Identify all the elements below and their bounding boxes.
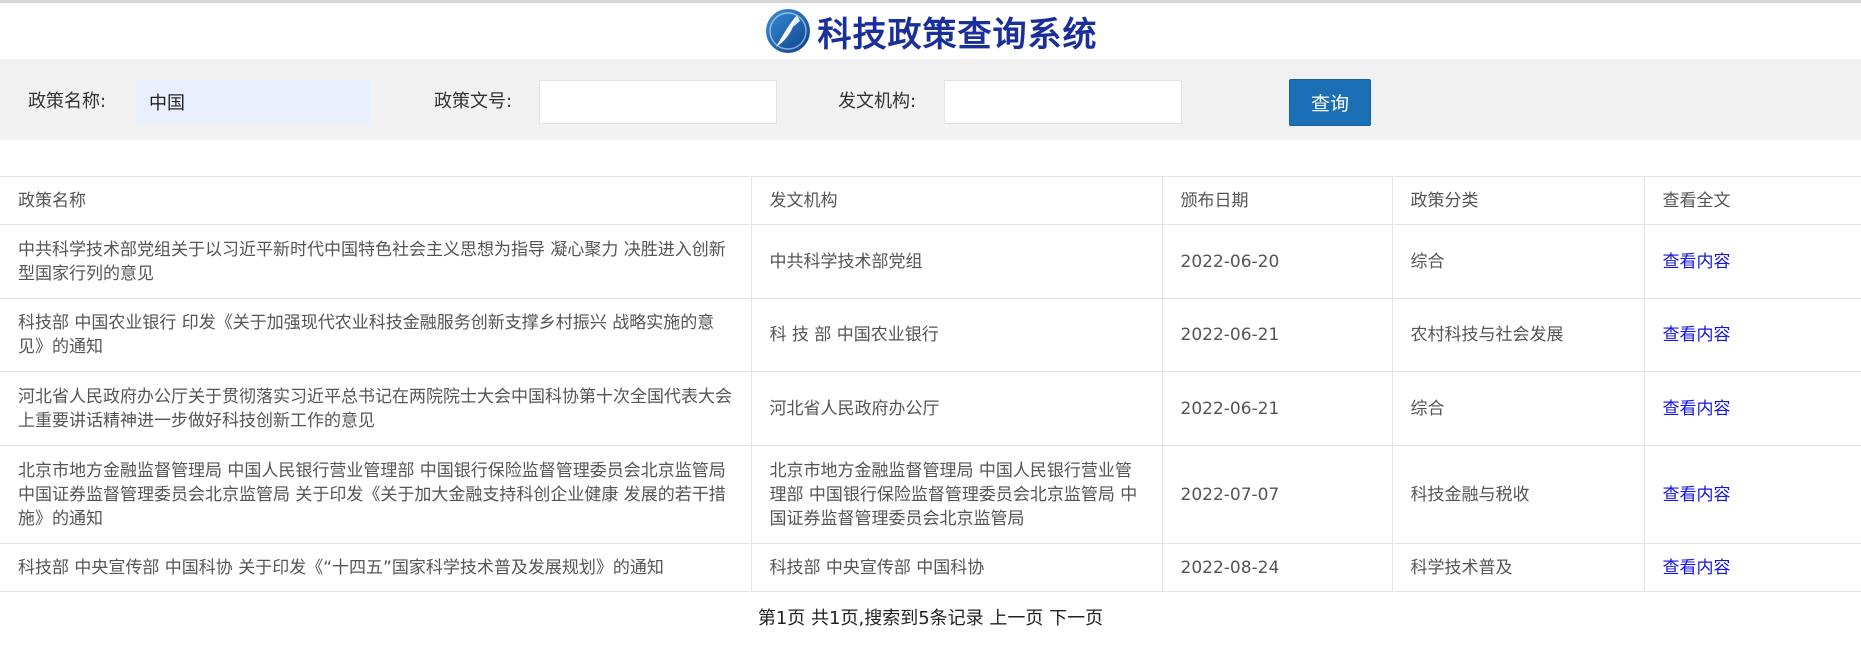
issuing-org-cell: 中共科学技术部党组 [750, 224, 1162, 299]
app-title: 科技政策查询系统 [817, 14, 1098, 55]
compass-logo-icon [765, 9, 810, 53]
table-row: 科技部 中国农业银行 印发《关于加强现代农业科技金融服务创新支撑乡村振兴 战略实… [0, 298, 1861, 372]
search-bar: 政策名称: 政策文号: 发文机构: 查询 [0, 59, 1861, 140]
view-content-link[interactable]: 查看内容 [1663, 399, 1731, 419]
issuing-org-label: 发文机构: [838, 91, 917, 112]
policy-name-cell: 科技部 中央宣传部 中国科协 关于印发《“十四五”国家科学技术普及发展规划》的通… [0, 543, 751, 592]
category-cell: 科技金融与税收 [1391, 445, 1644, 544]
view-cell: 查看内容 [1643, 371, 1861, 446]
results-table: 政策名称 发文机构 颁布日期 政策分类 查看全文 中共科学技术部党组关于以习近平… [0, 176, 1861, 592]
table-row: 科技部 中央宣传部 中国科协 关于印发《“十四五”国家科学技术普及发展规划》的通… [0, 543, 1861, 592]
column-header-policy-name: 政策名称 [0, 176, 751, 225]
page-header: 科技政策查询系统 [0, 3, 1861, 59]
category-cell: 综合 [1391, 224, 1644, 299]
table-header-row: 政策名称 发文机构 颁布日期 政策分类 查看全文 [0, 176, 1861, 225]
issuing-org-cell: 科 技 部 中国农业银行 [750, 298, 1162, 372]
policy-name-cell: 中共科学技术部党组关于以习近平新时代中国特色社会主义思想为指导 凝心聚力 决胜进… [0, 224, 751, 299]
column-header-issuing-org: 发文机构 [750, 176, 1162, 225]
policy-name-input[interactable] [136, 80, 370, 124]
issuing-org-cell: 北京市地方金融监督管理局 中国人民银行营业管理部 中国银行保险监督管理委员会北京… [750, 445, 1162, 544]
issuing-org-input[interactable] [944, 80, 1182, 124]
policy-name-cell: 科技部 中国农业银行 印发《关于加强现代农业科技金融服务创新支撑乡村振兴 战略实… [0, 298, 751, 372]
pagination: 第1页 共1页,搜索到5条记录 上一页 下一页 [0, 604, 1861, 630]
view-content-link[interactable]: 查看内容 [1663, 485, 1731, 505]
issue-date-cell: 2022-08-24 [1161, 543, 1392, 592]
view-cell: 查看内容 [1643, 224, 1861, 299]
issue-date-cell: 2022-07-07 [1161, 445, 1392, 544]
column-header-view-full-text: 查看全文 [1643, 176, 1861, 225]
column-header-category: 政策分类 [1391, 176, 1644, 225]
column-header-issue-date: 颁布日期 [1161, 176, 1392, 225]
policy-name-cell: 北京市地方金融监督管理局 中国人民银行营业管理部 中国银行保险监督管理委员会北京… [0, 445, 751, 544]
table-row: 河北省人民政府办公厅关于贯彻落实习近平总书记在两院院士大会中国科协第十次全国代表… [0, 371, 1861, 446]
category-cell: 科学技术普及 [1391, 543, 1644, 592]
prev-page-link[interactable]: 上一页 [989, 608, 1043, 629]
query-button[interactable]: 查询 [1289, 79, 1371, 126]
policy-doc-number-input[interactable] [539, 80, 777, 124]
policy-name-label: 政策名称: [28, 91, 107, 112]
view-content-link[interactable]: 查看内容 [1663, 325, 1731, 345]
view-cell: 查看内容 [1643, 543, 1861, 592]
issue-date-cell: 2022-06-20 [1161, 224, 1392, 299]
view-content-link[interactable]: 查看内容 [1663, 252, 1731, 272]
issuing-org-cell: 科技部 中央宣传部 中国科协 [750, 543, 1162, 592]
policy-doc-number-label: 政策文号: [434, 91, 513, 112]
issuing-org-cell: 河北省人民政府办公厅 [750, 371, 1162, 446]
view-cell: 查看内容 [1643, 298, 1861, 372]
issue-date-cell: 2022-06-21 [1161, 298, 1392, 372]
table-row: 中共科学技术部党组关于以习近平新时代中国特色社会主义思想为指导 凝心聚力 决胜进… [0, 224, 1861, 299]
category-cell: 综合 [1391, 371, 1644, 446]
policy-name-cell: 河北省人民政府办公厅关于贯彻落实习近平总书记在两院院士大会中国科协第十次全国代表… [0, 371, 751, 446]
next-page-link[interactable]: 下一页 [1049, 608, 1103, 629]
table-row: 北京市地方金融监督管理局 中国人民银行营业管理部 中国银行保险监督管理委员会北京… [0, 445, 1861, 544]
view-cell: 查看内容 [1643, 445, 1861, 544]
category-cell: 农村科技与社会发展 [1391, 298, 1644, 372]
pagination-summary: 第1页 共1页,搜索到5条记录 [757, 608, 984, 629]
issue-date-cell: 2022-06-21 [1161, 371, 1392, 446]
view-content-link[interactable]: 查看内容 [1663, 558, 1731, 578]
